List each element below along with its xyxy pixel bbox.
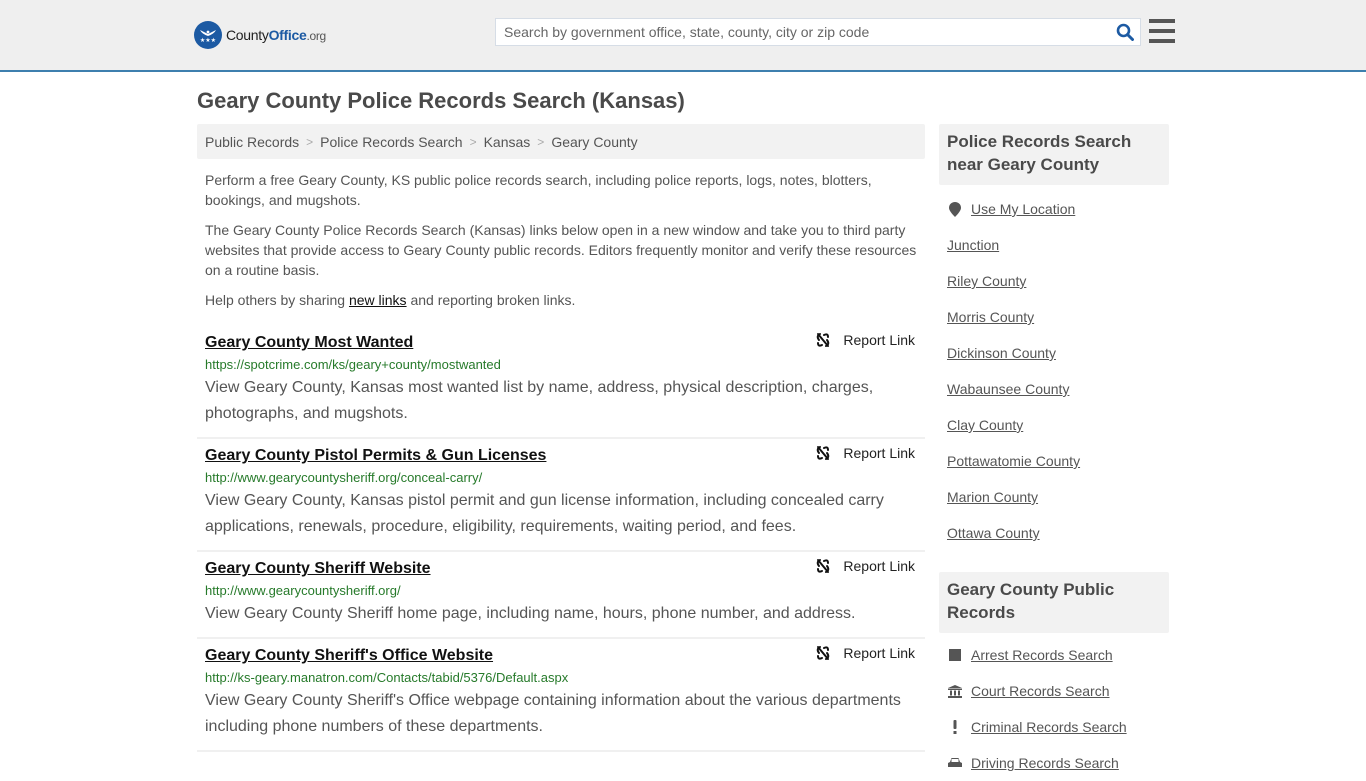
sidebar-nearby-item: Dickinson County: [947, 335, 1169, 371]
nearby-link-wabaunsee-county[interactable]: Wabaunsee County: [947, 381, 1069, 397]
driving-records-link[interactable]: Driving Records Search: [971, 755, 1119, 771]
result-item: Geary County Sheriff Website Report Link…: [197, 552, 925, 639]
sidebar-nearby-item: Junction: [947, 227, 1169, 263]
breadcrumb: Public Records > Police Records Search >…: [197, 124, 925, 159]
logo-wordmark: CountyOffice.org: [226, 27, 326, 43]
hamburger-menu-icon[interactable]: [1149, 19, 1175, 43]
court-records-link[interactable]: Court Records Search: [971, 683, 1110, 699]
nearby-link-clay-county[interactable]: Clay County: [947, 417, 1023, 433]
result-item: Geary County Sheriff's Office Website Re…: [197, 639, 925, 752]
sidebar-record-item: Arrest Records Search: [947, 637, 1169, 673]
breadcrumb-kansas[interactable]: Kansas: [484, 134, 531, 150]
search-icon: [1116, 23, 1134, 41]
nearby-link-junction[interactable]: Junction: [947, 237, 999, 253]
result-description: View Geary County Sheriff's Office webpa…: [205, 692, 901, 735]
result-description: View Geary County, Kansas pistol permit …: [205, 492, 884, 535]
sidebar-record-item: Court Records Search: [947, 673, 1169, 709]
broken-link-icon: [817, 646, 830, 660]
result-url: http://www.gearycountysheriff.org/concea…: [205, 470, 483, 485]
sidebar-record-item: Driving Records Search: [947, 745, 1169, 781]
sidebar-public-records: Geary County Public Records Arrest Recor…: [939, 572, 1169, 781]
criminal-records-link[interactable]: Criminal Records Search: [971, 719, 1127, 735]
broken-link-icon: [817, 446, 830, 460]
square-icon: [947, 649, 963, 661]
nearby-link-riley-county[interactable]: Riley County: [947, 273, 1026, 289]
eagle-stars-logo-icon: ★★★: [194, 21, 222, 49]
sidebar-nearby-item: Marion County: [947, 479, 1169, 515]
intro-paragraph-3: Help others by sharing new links and rep…: [205, 292, 576, 308]
site-logo[interactable]: ★★★ CountyOffice.org: [194, 21, 326, 49]
use-my-location-item: Use My Location: [947, 191, 1169, 227]
result-title-link[interactable]: Geary County Sheriff's Office Website: [205, 645, 493, 667]
sidebar-public-records-heading: Geary County Public Records: [939, 572, 1169, 633]
result-item: Geary County Pistol Permits & Gun Licens…: [197, 439, 925, 552]
result-description: View Geary County, Kansas most wanted li…: [205, 379, 874, 422]
intro-paragraph-1: Perform a free Geary County, KS public p…: [205, 172, 872, 208]
result-title-link[interactable]: Geary County Pistol Permits & Gun Licens…: [205, 445, 546, 467]
broken-link-icon: [817, 559, 830, 573]
report-link-button[interactable]: Report Link: [815, 332, 915, 348]
search-input[interactable]: [496, 19, 1110, 45]
nearby-link-morris-county[interactable]: Morris County: [947, 309, 1034, 325]
page-title: Geary County Police Records Search (Kans…: [197, 88, 685, 113]
courthouse-icon: [947, 684, 963, 698]
breadcrumb-geary-county[interactable]: Geary County: [551, 134, 637, 150]
results-list: Geary County Most Wanted Report Link htt…: [197, 326, 925, 752]
breadcrumb-public-records[interactable]: Public Records: [205, 134, 299, 150]
sidebar-nearby-item: Morris County: [947, 299, 1169, 335]
intro-text: Perform a free Geary County, KS public p…: [205, 170, 920, 320]
map-marker-icon: [947, 201, 963, 217]
use-my-location-link[interactable]: Use My Location: [971, 201, 1075, 217]
report-link-button[interactable]: Report Link: [815, 558, 915, 574]
intro-paragraph-2: The Geary County Police Records Search (…: [205, 222, 917, 278]
sidebar-nearby: Police Records Search near Geary County …: [939, 124, 1169, 551]
result-item: Geary County Most Wanted Report Link htt…: [197, 326, 925, 439]
result-title-link[interactable]: Geary County Most Wanted: [205, 332, 413, 354]
site-header: ★★★ CountyOffice.org: [0, 0, 1366, 72]
result-url: http://ks-geary.manatron.com/Contacts/ta…: [205, 670, 569, 685]
nearby-link-pottawatomie-county[interactable]: Pottawatomie County: [947, 453, 1080, 469]
sidebar-nearby-item: Wabaunsee County: [947, 371, 1169, 407]
report-link-button[interactable]: Report Link: [815, 445, 915, 461]
breadcrumb-police-records-search[interactable]: Police Records Search: [320, 134, 462, 150]
result-description: View Geary County Sheriff home page, inc…: [205, 605, 856, 622]
new-links-link[interactable]: new links: [349, 292, 407, 308]
breadcrumb-separator: >: [306, 134, 314, 149]
nearby-link-dickinson-county[interactable]: Dickinson County: [947, 345, 1056, 361]
svg-text:★★★: ★★★: [200, 37, 216, 44]
site-search: [495, 18, 1141, 46]
sidebar-record-item: Criminal Records Search: [947, 709, 1169, 745]
search-button[interactable]: [1110, 19, 1140, 45]
nearby-link-ottawa-county[interactable]: Ottawa County: [947, 525, 1040, 541]
sidebar-nearby-item: Ottawa County: [947, 515, 1169, 551]
result-title-link[interactable]: Geary County Sheriff Website: [205, 558, 431, 580]
report-link-button[interactable]: Report Link: [815, 645, 915, 661]
sidebar-nearby-item: Riley County: [947, 263, 1169, 299]
sidebar-nearby-item: Pottawatomie County: [947, 443, 1169, 479]
sidebar-nearby-item: Clay County: [947, 407, 1169, 443]
arrest-records-link[interactable]: Arrest Records Search: [971, 647, 1113, 663]
nearby-link-marion-county[interactable]: Marion County: [947, 489, 1038, 505]
sidebar-nearby-heading: Police Records Search near Geary County: [939, 124, 1169, 185]
breadcrumb-separator: >: [469, 134, 477, 149]
broken-link-icon: [817, 333, 830, 347]
result-url: https://spotcrime.com/ks/geary+county/mo…: [205, 357, 501, 372]
result-url: http://www.gearycountysheriff.org/: [205, 583, 401, 598]
breadcrumb-separator: >: [537, 134, 545, 149]
exclamation-icon: [947, 720, 963, 734]
car-icon: [947, 757, 963, 769]
